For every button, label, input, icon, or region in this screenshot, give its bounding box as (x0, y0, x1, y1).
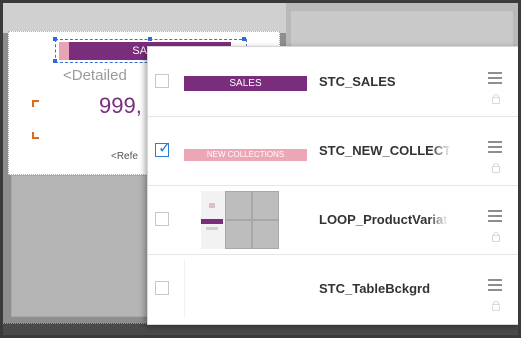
layer-row-stc-new-collect[interactable]: ✓ NEW COLLECTIONS STC_NEW_COLLECT (148, 116, 518, 186)
layer-name: LOOP_ProductVariat (319, 212, 448, 227)
editor-stage: SALES <Detailed 999, <Refe SALES STC_SAL… (3, 3, 518, 335)
drag-handle-icon[interactable] (488, 141, 502, 153)
drag-handle-icon[interactable] (488, 210, 502, 222)
drag-handle-icon[interactable] (488, 279, 502, 291)
corner-marker (32, 100, 39, 107)
layer-checkbox[interactable]: ✓ (155, 140, 172, 157)
corner-marker (32, 132, 39, 139)
layer-thumbnail-blank (184, 260, 308, 318)
layer-checkbox[interactable] (155, 212, 169, 226)
selection-handle[interactable] (53, 59, 57, 63)
selection-handle[interactable] (53, 37, 57, 41)
layer-row-stc-sales[interactable]: SALES STC_SALES (148, 47, 518, 117)
layer-checkbox[interactable] (155, 281, 169, 295)
loop-product-grid (225, 191, 279, 249)
layer-thumbnail-loop (184, 189, 307, 249)
layer-thumbnail-new-collections: NEW COLLECTIONS (184, 149, 307, 161)
layers-popup: SALES STC_SALES ✓ NEW COLLECTIONS STC_NE… (147, 46, 518, 325)
layer-row-stc-tablebckgrd[interactable]: STC_TableBckgrd (148, 254, 518, 324)
layer-name: STC_TableBckgrd (319, 281, 431, 296)
lock-icon[interactable] (492, 301, 500, 311)
lock-icon[interactable] (492, 232, 500, 242)
layer-row-loop-productvariat[interactable]: LOOP_ProductVariat (148, 185, 518, 255)
layer-thumbnail-sales: SALES (184, 76, 307, 91)
canvas-gray-block (11, 175, 148, 317)
lock-icon[interactable] (492, 94, 500, 104)
layer-name: STC_NEW_COLLECT (319, 143, 452, 158)
drag-handle-icon[interactable] (488, 72, 502, 84)
checkmark-icon: ✓ (158, 140, 172, 157)
selection-handle[interactable] (148, 37, 152, 41)
price-text: 999, (99, 93, 142, 118)
layer-checkbox[interactable] (155, 74, 169, 88)
loop-product-card (201, 191, 225, 249)
reference-text: <Refe (111, 151, 138, 162)
selection-handle[interactable] (242, 37, 246, 41)
layer-name: STC_SALES (319, 74, 396, 89)
detailed-text: <Detailed (63, 67, 127, 84)
sales-banner-accent (59, 42, 69, 60)
lock-icon[interactable] (492, 163, 500, 173)
